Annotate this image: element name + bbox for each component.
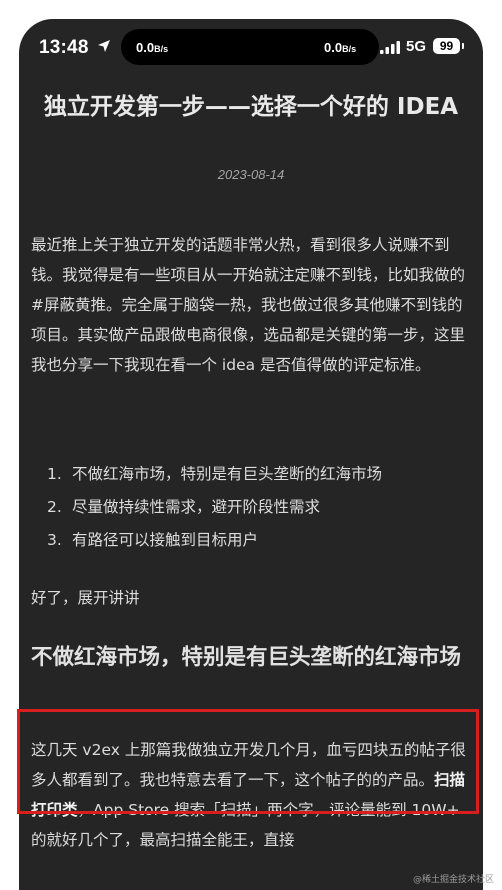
- list-item: 2. 尽量做持续性需求，避开阶段性需求: [47, 498, 321, 516]
- article-date: 2023-08-14: [217, 167, 285, 182]
- watermark: @稀土掘金技术社区: [412, 875, 494, 885]
- phone-screen: 13:48 0.0B/s 0.0B/s 5G 99 独立开发第一步——选择一个好…: [19, 19, 483, 890]
- article-title: 独立开发第一步——选择一个好的 IDEA: [43, 94, 459, 120]
- battery-tip: [462, 43, 464, 49]
- section-heading: 不做红海市场，特别是有巨头垄断的红海市场: [31, 645, 462, 670]
- network-type: 5G: [406, 38, 427, 55]
- status-bar: 13:48 0.0B/s 0.0B/s 5G 99: [19, 19, 483, 79]
- transition-paragraph: 好了，展开讲讲: [31, 589, 140, 607]
- location-arrow-icon: [98, 40, 110, 52]
- list-item: 1. 不做红海市场，特别是有巨头垄断的红海市场: [47, 465, 383, 483]
- status-time: 13:48: [39, 37, 89, 58]
- battery-icon: 99: [433, 38, 460, 54]
- signal-bars-icon: [380, 41, 400, 54]
- network-speed-right: 0.0B/s: [324, 40, 357, 55]
- body-paragraph: 这几天 v2ex 上那篇我做独立开发几个月，血亏四块五的帖子很多人都看到了。我也…: [31, 741, 466, 849]
- criteria-list: 1. 不做红海市场，特别是有巨头垄断的红海市场 2. 尽量做持续性需求，避开阶段性需…: [47, 458, 467, 557]
- list-item: 3. 有路径可以接触到目标用户: [47, 531, 259, 549]
- intro-paragraph: 最近推上关于独立开发的话题非常火热，看到很多人说赚不到钱。我觉得是有一些项目从一…: [31, 236, 466, 374]
- network-speed-left: 0.0B/s: [136, 40, 169, 55]
